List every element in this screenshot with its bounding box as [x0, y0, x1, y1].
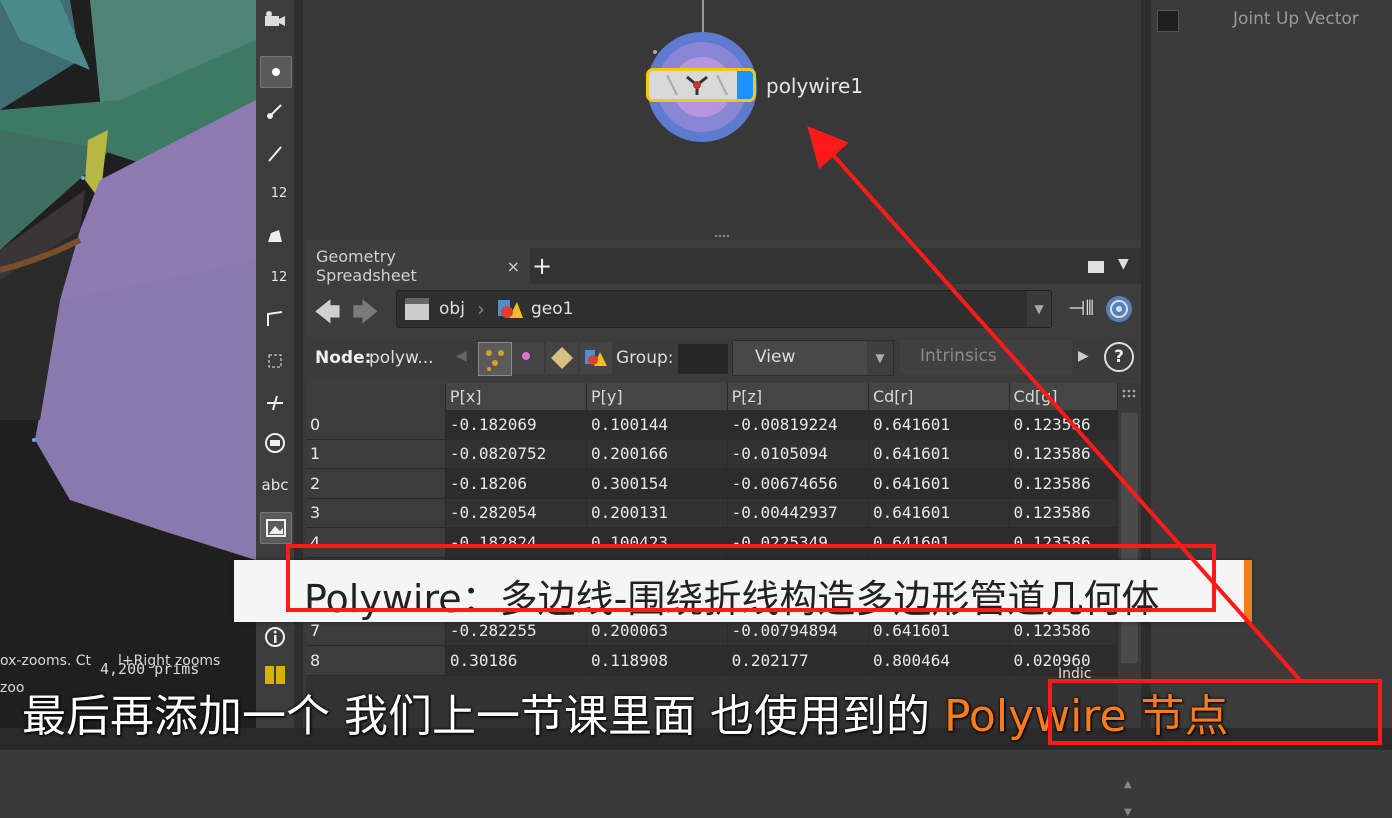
scroll-down-icon[interactable]: ▼ — [1124, 807, 1132, 818]
annotation-arrow — [807, 126, 1302, 682]
arrow-to-node — [807, 126, 1302, 682]
scroll-up-icon[interactable]: ▲ — [1124, 779, 1132, 790]
